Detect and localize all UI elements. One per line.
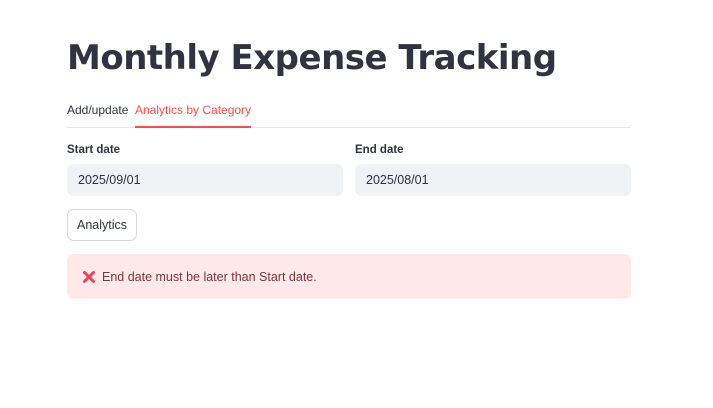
error-message: End date must be later than Start date. bbox=[102, 269, 317, 284]
start-date-input[interactable] bbox=[67, 164, 343, 196]
error-alert: End date must be later than Start date. bbox=[67, 254, 631, 299]
tab-bar: Add/update Analytics by Category bbox=[67, 94, 631, 128]
x-mark-icon bbox=[82, 270, 96, 284]
tab-analytics-by-category[interactable]: Analytics by Category bbox=[135, 94, 252, 128]
start-date-label: Start date bbox=[67, 144, 121, 156]
analytics-button[interactable]: Analytics bbox=[67, 209, 137, 241]
end-date-input[interactable] bbox=[355, 164, 631, 196]
page-title: Monthly Expense Tracking bbox=[67, 38, 557, 78]
end-date-label: End date bbox=[355, 144, 404, 156]
tab-add-update[interactable]: Add/update bbox=[67, 94, 128, 128]
